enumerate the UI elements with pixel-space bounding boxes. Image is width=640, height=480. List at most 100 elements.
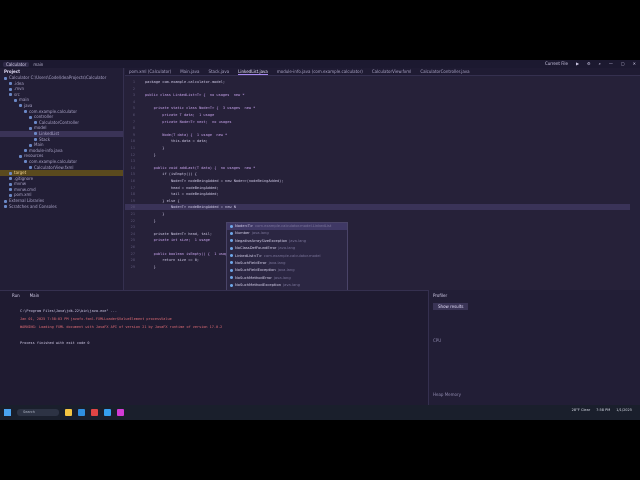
editor-tab[interactable]: Stack.java [208,69,229,74]
tree-item-label: .gitignore [14,175,34,181]
line-number: 4 [132,99,135,104]
tree-item-label: mvnw.cmd [14,186,36,192]
tree-item-label: controller [34,114,54,120]
autocomplete-item-name: NegativeArraySizeException [235,238,288,243]
autocomplete-item[interactable]: NoSuchMethodError java.lang [227,275,347,282]
vscode-icon[interactable] [104,409,111,416]
tree-item-label: Scratches and Consoles [9,203,57,209]
line-number: 21 [130,212,135,216]
project-panel-header[interactable]: Project [0,68,123,75]
minimize-button[interactable]: — [609,61,613,66]
run-config-select[interactable]: Current File [545,61,568,66]
editor-scrollbar[interactable] [630,77,640,290]
tree-item-label: Calculator C:\Users\Code\IdeaProjects\Ca… [9,75,107,80]
line-number: 15 [130,172,135,177]
folder-icon [29,126,32,130]
run-config-tab[interactable]: Main [30,293,40,298]
code-line: public void addLast(T data) { no usages … [145,165,256,170]
autocomplete-item[interactable]: NegativeArraySizeException java.lang [227,238,347,245]
run-panel: Run Main C:\Program Files\Java\jdk-22\bi… [0,290,428,408]
title-bar: Calculator main Current File ▶ ⚙ ⌕ — ▢ ✕ [0,60,640,68]
folder-icon [9,182,12,186]
class-icon [230,246,233,250]
maximize-button[interactable]: ▢ [621,61,625,66]
folder-icon [24,110,27,114]
weather-widget[interactable]: 28°F Clear [572,408,590,412]
intellij-icon[interactable] [117,409,124,416]
taskbar-search-input[interactable]: Search [17,409,59,416]
windows-start-icon[interactable] [4,409,11,416]
autocomplete-item[interactable]: NoClassDefFoundError java.lang [227,245,347,252]
autocomplete-item[interactable]: Number java.lang [227,230,347,237]
branch-switcher[interactable]: main [33,62,43,67]
clock-date[interactable]: 1/1/2025 [616,408,632,412]
autocomplete-item-package: java.lang [251,231,269,236]
line-number: 1 [132,80,135,84]
tree-item-label: Main [34,142,44,148]
tree-item-label: resources [24,153,44,159]
code-editor[interactable]: 1 package com.example.calculator.model; 2 3… [125,77,630,290]
project-panel: Project Calculator C:\Users\Code\IdeaPro… [0,68,124,290]
folder-icon [29,143,32,147]
class-icon [230,231,233,235]
line-number: 27 [130,251,135,256]
editor-tab[interactable]: CalculatorController.java [420,69,469,74]
autocomplete-item[interactable]: NoSuchFieldException java.lang [227,267,347,274]
autocomplete-item-name: NoSuchMethodError [235,275,272,280]
code-line: } [145,212,165,216]
autocomplete-item-name: Node<T> [235,224,254,228]
line-number: 9 [132,132,135,137]
run-icon[interactable]: ▶ [576,61,579,66]
code-line: public class LinkedList<T> { no usages n… [145,93,245,98]
autocomplete-item[interactable]: NoSuchFieldError java.lang [227,260,347,267]
tree-item[interactable]: Scratches and Consoles [0,204,123,210]
code-line: if (isEmpty()) { [145,172,197,177]
line-number: 28 [130,258,135,263]
edge-icon[interactable] [78,409,85,416]
line-number: 13 [130,159,135,164]
tree-item-label: target [14,170,27,176]
folder-icon [4,76,7,80]
folder-icon [4,205,7,209]
app-icon[interactable] [91,409,98,416]
autocomplete-item-package: java.lang [277,268,295,273]
folder-icon [9,171,12,175]
folder-icon [9,188,12,192]
line-number: 2 [132,86,135,91]
project-tree: Calculator C:\Users\Code\IdeaProjects\Ca… [0,75,123,209]
autocomplete-item[interactable]: NoSuchMethodException java.lang [227,282,347,289]
project-switcher[interactable]: Calculator [3,61,30,67]
line-number: 25 [130,238,135,243]
editor-tab[interactable]: Main.java [180,69,199,74]
editor-tab[interactable]: module-info.java (com.example.calculator… [277,69,363,74]
code-line: Node(T data) { 1 usage new * [145,132,228,137]
autocomplete-item[interactable]: Node<T> com.example.calculator.model.Link… [227,223,347,231]
autocomplete-item-package: java.lang [289,238,307,243]
autocomplete-item-name: NoSuchFieldException [235,268,276,273]
tree-item-label: External Libraries [9,198,45,204]
autocomplete-item[interactable]: LinkedList<T> com.example.calculator.mode… [227,253,347,260]
line-number: 26 [130,245,135,249]
editor-tab[interactable]: pom.xml (Calculator) [129,69,171,74]
search-icon[interactable]: ⌕ [599,61,601,66]
autocomplete-item-name: NoSuchMethodException [235,283,282,288]
editor-tab[interactable]: CalculatorView.fxml [372,69,412,74]
show-results-button[interactable]: Show results [433,303,469,310]
clock-time[interactable]: 7:58 PM [596,408,610,412]
folder-icon [34,132,37,136]
editor-tab[interactable]: LinkedList.java [238,69,268,75]
file-explorer-icon[interactable] [65,409,72,416]
close-button[interactable]: ✕ [633,61,636,66]
cpu-label: CPU [433,338,442,343]
folder-icon [9,193,12,197]
tree-item-label: pom.xml [14,192,32,198]
run-tab[interactable]: Run [12,293,20,298]
folder-icon [24,149,27,153]
debug-icon[interactable]: ⚙ [587,61,591,66]
code-line: private Node<T> head, tail; [145,231,213,236]
code-line: private Node<T> next; no usages [145,119,232,124]
code-line: Node<T> nodeBeingAdded = new N [145,205,236,210]
editor-tabs: pom.xml (Calculator) Main.java Stack.java L… [125,68,640,76]
folder-icon [34,138,37,142]
folder-icon [9,87,12,91]
